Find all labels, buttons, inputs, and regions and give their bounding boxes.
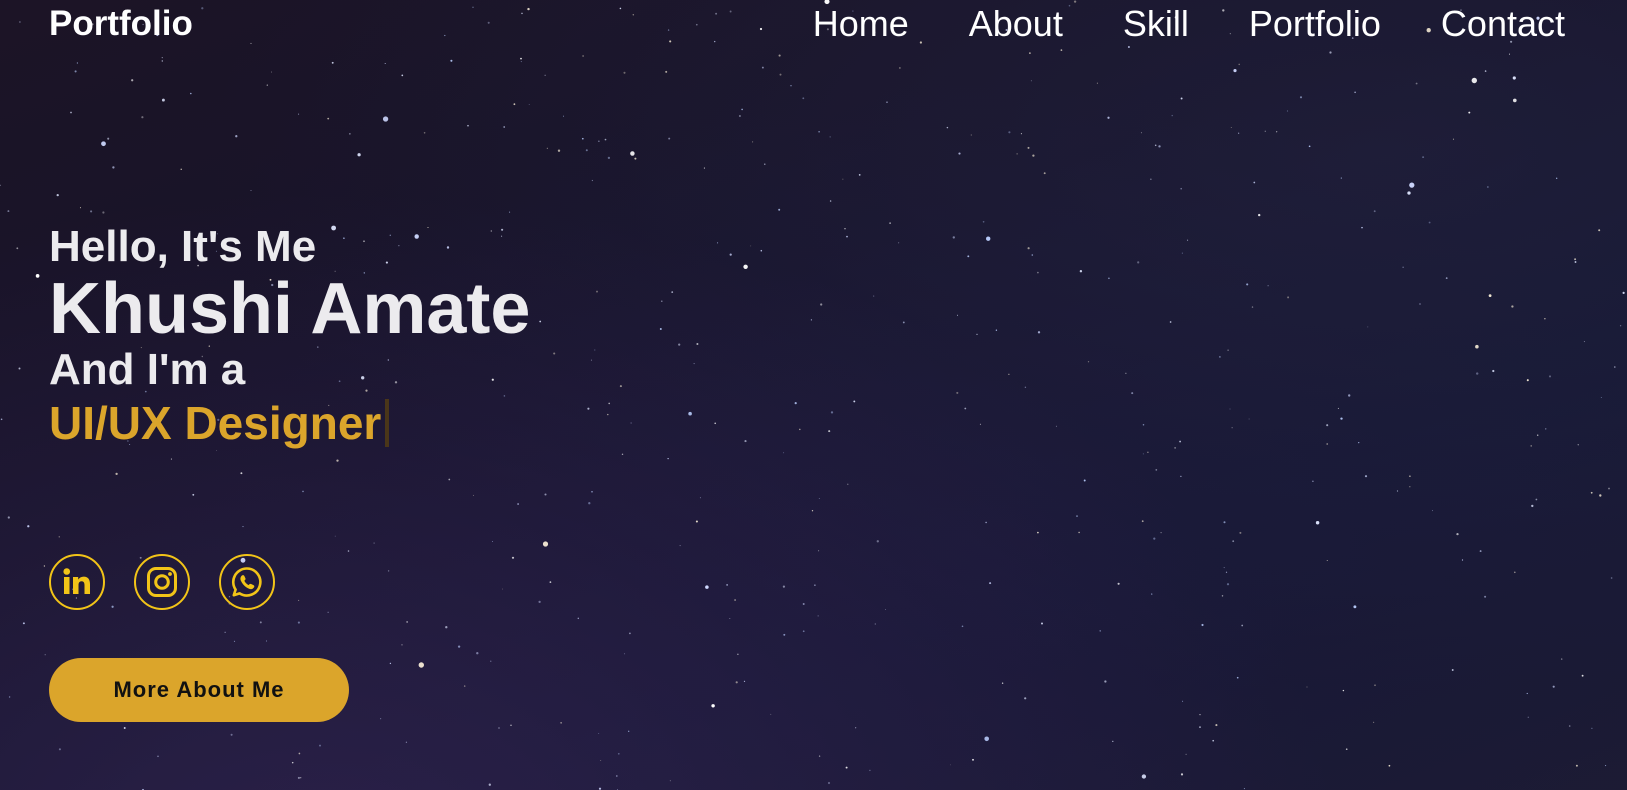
nav-link-home[interactable]: Home <box>813 2 909 46</box>
whatsapp-link[interactable] <box>219 554 275 610</box>
instagram-icon <box>147 567 177 597</box>
nav-link-about[interactable]: About <box>969 2 1063 46</box>
logo-link[interactable]: Portfolio <box>49 3 193 45</box>
instagram-link[interactable] <box>134 554 190 610</box>
whatsapp-icon <box>231 567 262 597</box>
site-header: Portfolio Home About Skill Portfolio Con… <box>0 0 1627 50</box>
nav-link-skill[interactable]: Skill <box>1123 2 1189 46</box>
hero-section: Hello, It's Me Khushi Amate And I'm a UI… <box>49 222 749 451</box>
hero-role-line: UI/UX Designer <box>49 395 749 451</box>
hero-name: Khushi Amate <box>49 269 531 349</box>
linkedin-link[interactable] <box>49 554 105 610</box>
hero-greeting: Hello, It's Me <box>49 222 317 271</box>
linkedin-icon <box>63 568 90 594</box>
main-nav: Home About Skill Portfolio Contact <box>813 2 1565 46</box>
hero-intro: And I'm a <box>49 345 246 394</box>
social-links <box>49 554 275 610</box>
hero-role: UI/UX Designer <box>49 397 382 449</box>
typing-cursor <box>385 399 390 447</box>
nav-link-contact[interactable]: Contact <box>1441 2 1565 46</box>
nav-link-portfolio[interactable]: Portfolio <box>1249 2 1381 46</box>
more-about-me-button[interactable]: More About Me <box>49 658 349 722</box>
